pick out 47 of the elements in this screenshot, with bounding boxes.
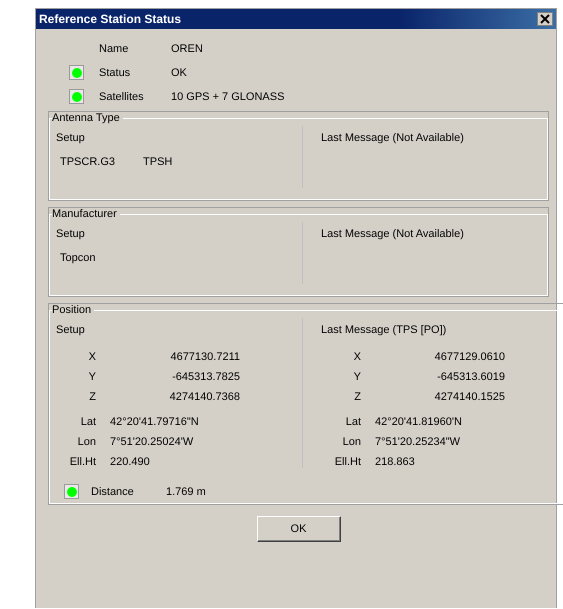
window-title: Reference Station Status — [39, 12, 182, 26]
field-value: 7°51'20.25234"W — [375, 436, 462, 448]
group-title: Manufacturer — [52, 208, 118, 220]
field-label: Ell.Ht — [68, 456, 96, 468]
column-heading: Last Message (Not Available) — [321, 132, 465, 144]
field-value: 7°51'20.25024'W — [110, 436, 194, 448]
column-heading: Last Message (Not Available) — [321, 228, 465, 240]
column-heading: Setup — [56, 132, 86, 144]
field-label: Lon — [342, 436, 361, 448]
field-label: X — [352, 351, 361, 363]
field-label: Lat — [80, 416, 96, 428]
column-heading: Setup — [56, 324, 86, 336]
ok-button[interactable]: OK — [256, 516, 340, 542]
field-label: Z — [88, 391, 96, 403]
field-label: Name — [99, 42, 130, 54]
column-heading: Last Message (TPS [PO]) — [321, 324, 448, 336]
group-title: Position — [52, 304, 92, 316]
field-value: 4274140.7368 — [168, 391, 240, 403]
column-heading: Setup — [56, 228, 86, 240]
close-icon[interactable] — [537, 12, 553, 26]
field-label: Y — [352, 371, 361, 383]
field-value: OREN — [171, 42, 203, 54]
field-value: TPSH — [143, 156, 172, 168]
field-value: 4677129.0610 — [434, 351, 505, 363]
field-value: 220.490 — [110, 456, 151, 468]
field-value: 4274140.1525 — [434, 391, 505, 403]
field-label: Y — [88, 371, 96, 383]
field-label: Lat — [344, 416, 361, 428]
field-label: X — [88, 351, 96, 363]
field-value: 4677130.7211 — [169, 351, 240, 363]
group-title: Antenna Type — [52, 112, 121, 124]
field-label: Z — [353, 391, 361, 403]
field-value: -645313.7825 — [171, 371, 240, 383]
field-value: TPSCR.G3 — [60, 156, 116, 168]
field-value: 42°20'41.81960'N — [375, 416, 463, 428]
field-value: -645313.6019 — [436, 371, 505, 383]
field-value: Topcon — [60, 252, 96, 264]
field-value: 42°20'41.79716"N — [110, 416, 200, 428]
field-value: 10 GPS + 7 GLONASS — [171, 90, 284, 102]
field-label: Ell.Ht — [334, 456, 361, 468]
field-label: Satellites — [99, 90, 145, 102]
field-value: OK — [171, 66, 187, 78]
field-value: 1.769 m — [166, 486, 206, 498]
field-value: 218.863 — [375, 456, 416, 468]
field-label: Lon — [76, 436, 96, 448]
field-label: Status — [99, 66, 132, 78]
field-label: Distance — [91, 486, 135, 498]
